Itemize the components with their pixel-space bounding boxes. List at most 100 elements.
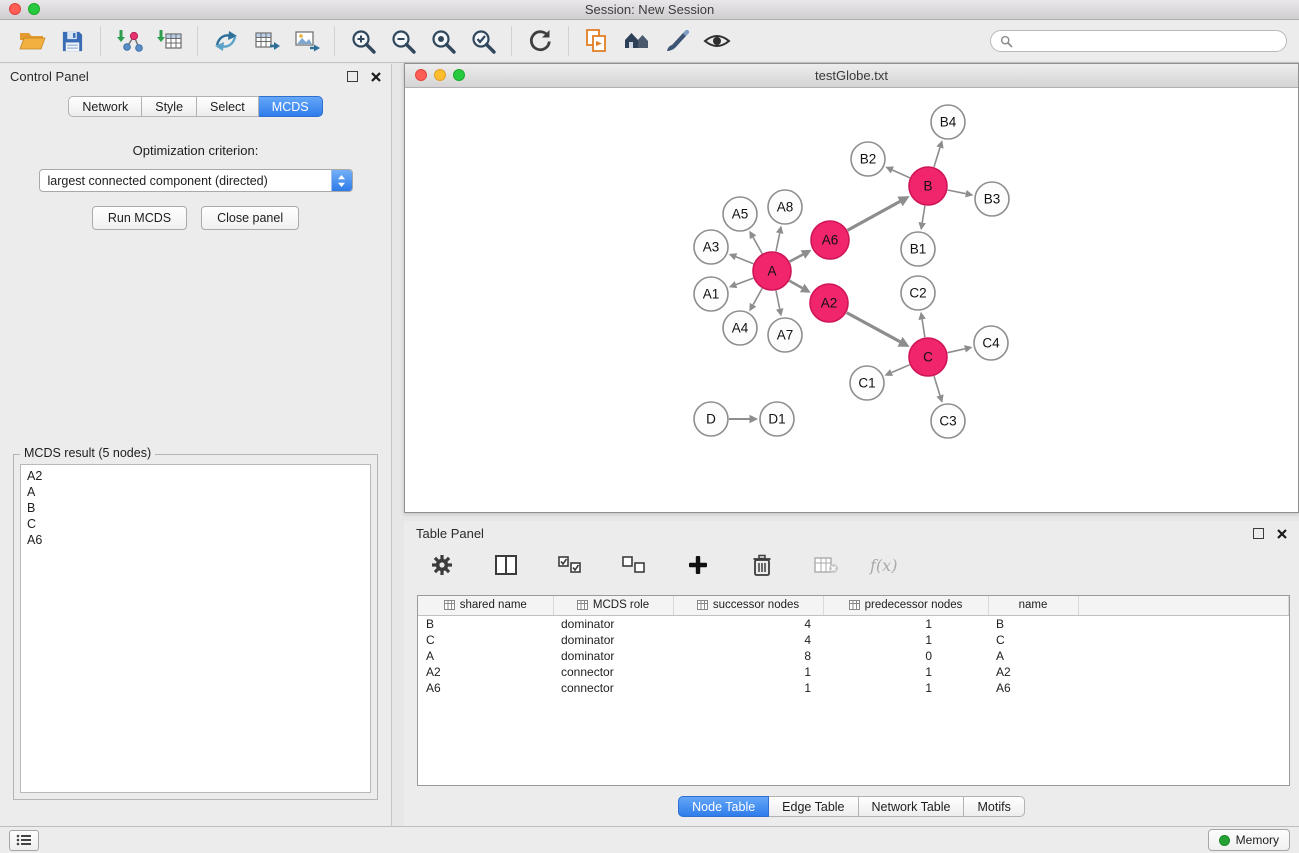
graph-edge-A-A4[interactable] xyxy=(753,288,762,304)
table-cell[interactable]: A6 xyxy=(988,680,1078,696)
table-settings-button[interactable] xyxy=(424,547,460,583)
graph-node-A1[interactable]: A1 xyxy=(694,277,728,311)
function-builder-button[interactable]: f(x) xyxy=(870,556,897,575)
zoom-selected-button[interactable] xyxy=(465,23,501,59)
table-cell[interactable]: B xyxy=(988,615,1078,632)
graph-node-B3[interactable]: B3 xyxy=(975,182,1009,216)
criterion-dropdown[interactable]: largest connected component (directed) xyxy=(39,169,353,192)
network-canvas[interactable]: B4B2BB3A5A8A6B1A3AC2A1A2A4A7C4CC1C3DD1 xyxy=(405,88,1298,512)
task-history-button[interactable] xyxy=(9,830,39,851)
network-close-button[interactable] xyxy=(415,69,427,81)
network-graph[interactable]: B4B2BB3A5A8A6B1A3AC2A1A2A4A7C4CC1C3DD1 xyxy=(405,88,1298,513)
network-window-titlebar[interactable]: testGlobe.txt xyxy=(405,64,1298,88)
mcds-result-list[interactable]: A2ABCA6 xyxy=(20,464,371,793)
graph-edge-A-A2[interactable] xyxy=(789,281,802,288)
float-panel-icon[interactable] xyxy=(347,71,358,82)
table-cell[interactable]: A xyxy=(988,648,1078,664)
select-all-columns-button[interactable] xyxy=(552,547,588,583)
graph-edge-A6-B[interactable] xyxy=(848,201,901,230)
graph-edge-A-A6[interactable] xyxy=(790,255,803,262)
table-row[interactable]: Adominator80A xyxy=(418,648,1289,664)
table-cell[interactable]: 1 xyxy=(823,632,988,648)
graph-edge-C-C1[interactable] xyxy=(892,365,910,373)
table-cell[interactable]: A2 xyxy=(418,664,553,680)
refresh-view-button[interactable] xyxy=(522,23,558,59)
tab-node-table[interactable]: Node Table xyxy=(678,796,769,817)
export-image-button[interactable] xyxy=(288,23,324,59)
tab-edge-table[interactable]: Edge Table xyxy=(769,796,858,817)
graph-edge-B-B3[interactable] xyxy=(948,190,966,194)
table-cell[interactable]: A xyxy=(418,648,553,664)
import-network-button[interactable] xyxy=(111,23,147,59)
graph-node-C1[interactable]: C1 xyxy=(850,366,884,400)
graph-node-C3[interactable]: C3 xyxy=(931,404,965,438)
table-cell[interactable]: 1 xyxy=(673,664,823,680)
duplicate-network-button[interactable] xyxy=(579,23,615,59)
graph-node-C4[interactable]: C4 xyxy=(974,326,1008,360)
table-cell[interactable]: 4 xyxy=(673,615,823,632)
graph-node-A[interactable]: A xyxy=(753,252,791,290)
graph-node-B[interactable]: B xyxy=(909,167,947,205)
graph-edge-C-C2[interactable] xyxy=(922,319,925,337)
mcds-result-item[interactable]: A2 xyxy=(27,468,364,484)
zoom-window-button[interactable] xyxy=(28,3,40,15)
graph-edge-A2-C[interactable] xyxy=(847,313,900,342)
run-mcds-button[interactable]: Run MCDS xyxy=(92,206,187,230)
graph-node-C[interactable]: C xyxy=(909,338,947,376)
graph-node-A3[interactable]: A3 xyxy=(694,230,728,264)
search-input[interactable] xyxy=(1018,33,1277,49)
close-panel-icon[interactable] xyxy=(371,72,381,82)
table-cell[interactable]: C xyxy=(418,632,553,648)
export-network-button[interactable] xyxy=(208,23,244,59)
column-header-shared-name[interactable]: shared name xyxy=(418,596,553,615)
column-header-predecessor-nodes[interactable]: predecessor nodes xyxy=(823,596,988,615)
tab-motifs[interactable]: Motifs xyxy=(964,796,1024,817)
graph-edge-A-A8[interactable] xyxy=(776,233,780,251)
unselect-all-columns-button[interactable] xyxy=(616,547,652,583)
table-cell[interactable]: 1 xyxy=(673,680,823,696)
graph-node-D1[interactable]: D1 xyxy=(760,402,794,436)
network-zoom-button[interactable] xyxy=(453,69,465,81)
import-table-button[interactable] xyxy=(151,23,187,59)
table-cell[interactable]: connector xyxy=(553,680,673,696)
tab-network-table[interactable]: Network Table xyxy=(859,796,965,817)
graph-edge-A-A5[interactable] xyxy=(753,237,762,253)
graph-node-A4[interactable]: A4 xyxy=(723,311,757,345)
save-session-button[interactable] xyxy=(54,23,90,59)
graph-edge-C-C3[interactable] xyxy=(934,376,940,395)
close-window-button[interactable] xyxy=(9,3,21,15)
zoom-fit-button[interactable] xyxy=(425,23,461,59)
table-row[interactable]: A2connector11A2 xyxy=(418,664,1289,680)
graph-edge-B-B4[interactable] xyxy=(934,148,940,167)
show-hide-graphics-button[interactable] xyxy=(699,23,735,59)
graph-node-A7[interactable]: A7 xyxy=(768,318,802,352)
table-cell[interactable]: 1 xyxy=(823,680,988,696)
create-column-button[interactable] xyxy=(680,547,716,583)
mcds-result-item[interactable]: C xyxy=(27,516,364,532)
graph-edge-A-A7[interactable] xyxy=(776,291,780,309)
tab-network[interactable]: Network xyxy=(68,96,142,117)
table-cell[interactable]: 8 xyxy=(673,648,823,664)
graph-node-B2[interactable]: B2 xyxy=(851,142,885,176)
graph-edge-A-A3[interactable] xyxy=(736,257,754,264)
graph-edge-A-A1[interactable] xyxy=(736,278,753,285)
table-cell[interactable]: dominator xyxy=(553,648,673,664)
table-cell[interactable]: A2 xyxy=(988,664,1078,680)
tab-mcds[interactable]: MCDS xyxy=(259,96,323,117)
table-row[interactable]: Bdominator41B xyxy=(418,615,1289,632)
tab-style[interactable]: Style xyxy=(142,96,197,117)
graph-node-D[interactable]: D xyxy=(694,402,728,436)
graph-edge-C-C4[interactable] xyxy=(948,349,965,353)
table-cell[interactable]: 1 xyxy=(823,615,988,632)
graph-node-B1[interactable]: B1 xyxy=(901,232,935,266)
table-row[interactable]: Cdominator41C xyxy=(418,632,1289,648)
graph-node-B4[interactable]: B4 xyxy=(931,105,965,139)
delete-column-button[interactable] xyxy=(744,547,780,583)
dropdown-stepper-icon[interactable] xyxy=(331,170,352,191)
table-row[interactable]: A6connector11A6 xyxy=(418,680,1289,696)
zoom-out-button[interactable] xyxy=(385,23,421,59)
open-session-button[interactable] xyxy=(14,23,50,59)
search-box[interactable] xyxy=(990,30,1287,52)
graph-node-A2[interactable]: A2 xyxy=(810,284,848,322)
column-header-successor-nodes[interactable]: successor nodes xyxy=(673,596,823,615)
